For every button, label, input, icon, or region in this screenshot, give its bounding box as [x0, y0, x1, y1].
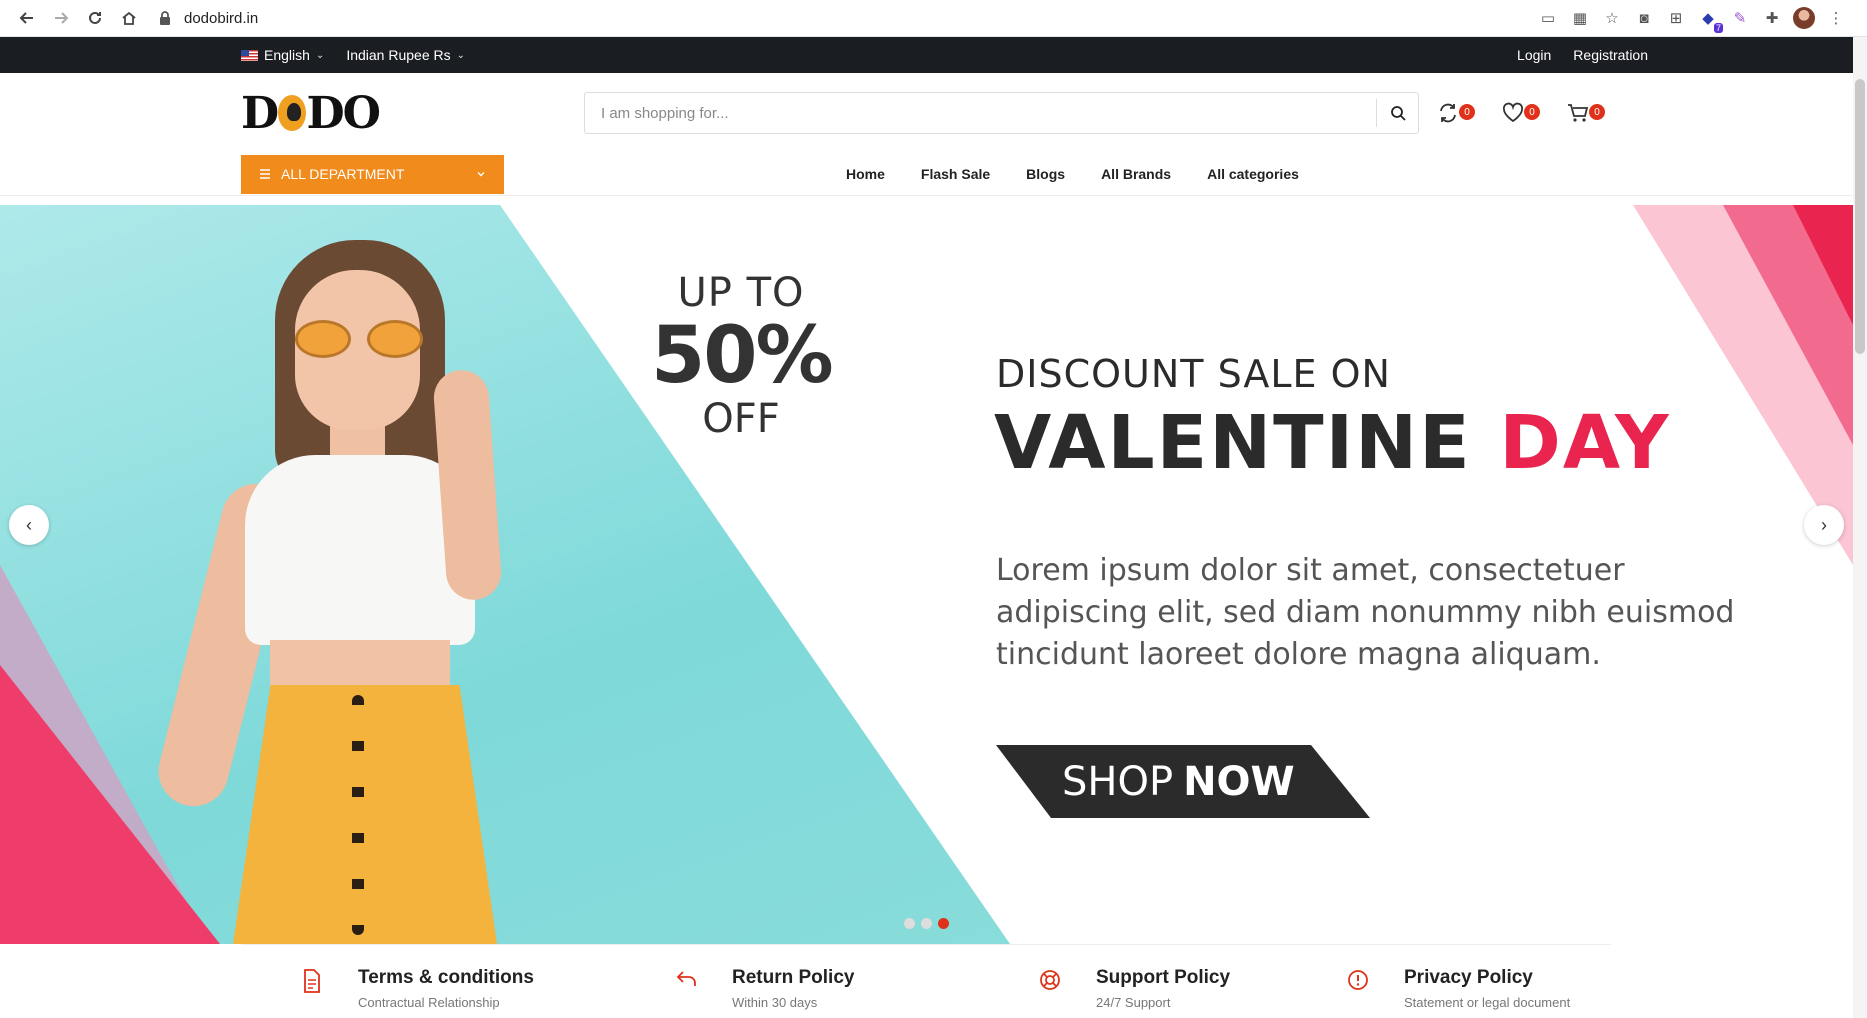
dodo-logo[interactable]: D DO: [241, 88, 381, 139]
extension-a-icon[interactable]: ⊞: [1665, 7, 1687, 29]
upto-text: UP TO: [677, 270, 805, 316]
star-icon[interactable]: ☆: [1601, 7, 1623, 29]
compare-button[interactable]: 0: [1437, 98, 1482, 128]
extension-area: ▭ ▦ ☆ ◙ ⊞ ◆ 7 ✎ ✚ ⋮: [1537, 7, 1847, 33]
cast-icon[interactable]: ▭: [1537, 7, 1559, 29]
policy-support[interactable]: Support Policy 24/7 Support: [965, 945, 1287, 1018]
search-bar: [584, 92, 1419, 134]
slider-dot-active[interactable]: [938, 918, 949, 929]
avatar[interactable]: [1793, 7, 1815, 29]
document-icon: [293, 969, 331, 999]
hero-slider[interactable]: UP TO 50% OFF DISCOUNT SALE ON VALENTINE…: [0, 205, 1853, 944]
policy-title: Privacy Policy: [1404, 967, 1533, 988]
now-word: NOW: [1183, 758, 1295, 805]
language-selector[interactable]: English ⌄: [241, 47, 324, 63]
hero-description: Lorem ipsum dolor sit amet, consectetuer…: [996, 553, 1735, 672]
lock-icon: [158, 10, 174, 26]
compare-count-badge: 0: [1459, 104, 1475, 120]
valentine-title: VALENTINE DAY: [994, 400, 1671, 486]
search-icon: [1390, 106, 1406, 121]
slider-dot[interactable]: [921, 918, 932, 929]
menu-item-blogs[interactable]: Blogs: [1026, 166, 1065, 182]
model-image: [60, 220, 503, 944]
chevron-down-icon: [476, 166, 486, 182]
currency-label: Indian Rupee Rs: [346, 47, 451, 63]
policy-subtitle: Within 30 days: [732, 995, 818, 1010]
policy-return[interactable]: Return Policy Within 30 days: [617, 945, 965, 1018]
language-label: English: [264, 47, 310, 63]
menu-item-all-categories[interactable]: All categories: [1207, 166, 1299, 182]
scrollbar[interactable]: [1853, 37, 1867, 1018]
camera-icon[interactable]: ◙: [1633, 7, 1655, 29]
slider-dots: [904, 918, 949, 929]
wishlist-button[interactable]: 0: [1502, 98, 1547, 128]
currency-selector[interactable]: Indian Rupee Rs ⌄: [346, 47, 465, 63]
alert-circle-icon: [1339, 969, 1377, 999]
cart-icon: [1568, 104, 1589, 122]
site-header: DDO 0 0 0: [0, 73, 1853, 153]
home-icon[interactable]: [112, 3, 146, 33]
policy-privacy[interactable]: Privacy Policy Statement or legal documen…: [1287, 945, 1611, 1018]
cart-button[interactable]: 0: [1567, 98, 1612, 128]
extension-b-icon[interactable]: ◆ 7: [1697, 7, 1723, 33]
valentine-word: VALENTINE: [994, 400, 1472, 486]
top-bar: English ⌄ Indian Rupee Rs ⌄ Login Regist…: [0, 37, 1853, 73]
search-button[interactable]: [1376, 99, 1418, 127]
policy-title: Terms & conditions: [358, 967, 534, 988]
menu-item-flash-sale[interactable]: Flash Sale: [921, 166, 990, 182]
policy-subtitle: Statement or legal document: [1404, 995, 1571, 1010]
menu-item-home[interactable]: Home: [846, 166, 885, 182]
slider-prev-button[interactable]: ‹: [9, 505, 49, 545]
cart-count-badge: 0: [1589, 104, 1605, 120]
department-label: ALL DEPARTMENT: [281, 166, 405, 182]
policy-subtitle: 24/7 Support: [1096, 995, 1171, 1010]
bird-logo-icon: [278, 95, 306, 131]
address-bar[interactable]: dodobird.in: [158, 3, 1537, 33]
slider-dot[interactable]: [904, 918, 915, 929]
menu-item-all-brands[interactable]: All Brands: [1101, 166, 1171, 182]
policy-title: Support Policy: [1096, 967, 1231, 988]
browser-toolbar: dodobird.in ▭ ▦ ☆ ◙ ⊞ ◆ 7 ✎ ✚ ⋮: [0, 0, 1867, 37]
extension-badge: 7: [1713, 23, 1723, 33]
kebab-menu-icon[interactable]: ⋮: [1825, 7, 1847, 29]
back-icon[interactable]: [10, 3, 44, 33]
chevron-down-icon: ⌄: [456, 49, 465, 61]
policy-strip: Terms & conditions Contractual Relationsh…: [241, 944, 1611, 1018]
return-arrow-icon: [667, 969, 705, 999]
off-text: OFF: [702, 396, 780, 442]
promo-upto-block: UP TO 50% OFF: [651, 270, 834, 442]
forward-icon[interactable]: [44, 3, 78, 33]
compare-icon: [1440, 103, 1456, 123]
chevron-down-icon: ⌄: [315, 49, 325, 61]
chevron-right-icon: ›: [1821, 514, 1827, 535]
login-link[interactable]: Login: [1517, 47, 1551, 63]
all-department-button[interactable]: ALL DEPARTMENT: [241, 154, 504, 194]
pen-icon[interactable]: ✎: [1729, 7, 1751, 29]
us-flag-icon: [241, 49, 258, 61]
qr-icon[interactable]: ▦: [1569, 7, 1591, 29]
url-text: dodobird.in: [184, 9, 259, 27]
puzzle-icon[interactable]: ✚: [1761, 7, 1783, 29]
list-icon: [260, 169, 270, 179]
policy-subtitle: Contractual Relationship: [358, 995, 500, 1010]
discount-heading: DISCOUNT SALE ON: [996, 352, 1391, 396]
lifebuoy-icon: [1031, 969, 1069, 999]
registration-link[interactable]: Registration: [1573, 47, 1648, 63]
navigation-row: ALL DEPARTMENT Home Flash Sale Blogs All…: [0, 153, 1853, 196]
wishlist-count-badge: 0: [1524, 104, 1540, 120]
percent-text: 50%: [651, 311, 834, 401]
chevron-left-icon: ‹: [26, 514, 32, 535]
policy-title: Return Policy: [732, 967, 855, 988]
search-input[interactable]: [585, 93, 1376, 133]
heart-icon: [1502, 102, 1524, 123]
day-word: DAY: [1499, 400, 1671, 486]
scrollbar-thumb[interactable]: [1855, 79, 1865, 354]
slider-next-button[interactable]: ›: [1804, 505, 1844, 545]
shop-now-button[interactable]: SHOP NOW: [996, 745, 1370, 818]
policy-terms[interactable]: Terms & conditions Contractual Relationsh…: [241, 945, 617, 1018]
reload-icon[interactable]: [78, 3, 112, 33]
main-menu: Home Flash Sale Blogs All Brands All cat…: [846, 166, 1299, 182]
shop-word: SHOP: [1062, 758, 1174, 805]
